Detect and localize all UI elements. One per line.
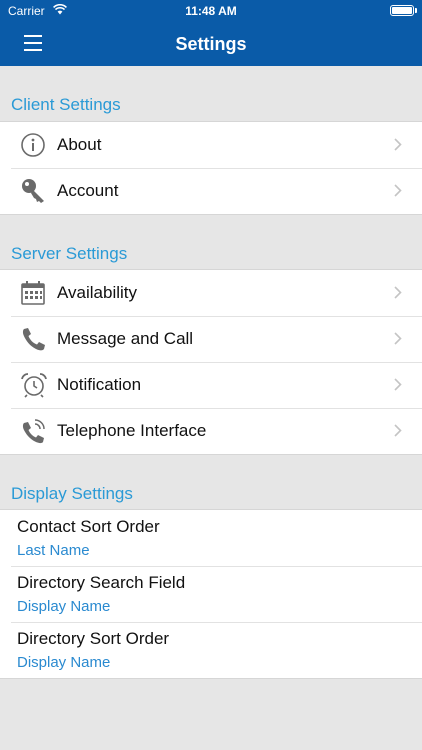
clock: 11:48 AM (185, 4, 237, 18)
key-icon (22, 179, 44, 203)
server-settings-header: Server Settings (11, 244, 128, 263)
client-settings-header: Client Settings (11, 95, 121, 114)
contact-sort-order-value: Last Name (17, 542, 90, 559)
account-row[interactable]: Account (0, 168, 422, 214)
notification-row[interactable]: Notification (0, 362, 422, 408)
account-label: Account (57, 181, 119, 200)
directory-sort-order-row[interactable]: Directory Sort Order Display Name (0, 622, 422, 678)
directory-search-field-label: Directory Search Field (17, 573, 186, 592)
display-settings-header: Display Settings (11, 484, 133, 503)
info-icon (21, 133, 45, 157)
notification-label: Notification (57, 375, 142, 394)
navigation-bar: Settings (0, 22, 422, 66)
contact-sort-order-row[interactable]: Contact Sort Order Last Name (0, 510, 422, 566)
phone-icon (22, 328, 45, 351)
about-label: About (57, 135, 102, 154)
page-title: Settings (175, 34, 247, 54)
status-bar: Carrier 11:48 AM (0, 0, 422, 22)
chevron-right-icon (394, 184, 402, 197)
phone-ringing-icon (22, 419, 45, 444)
chevron-right-icon (394, 138, 402, 151)
telephone-interface-row[interactable]: Telephone Interface (0, 408, 422, 454)
directory-sort-order-value: Display Name (17, 654, 111, 671)
availability-row[interactable]: Availability (0, 270, 422, 316)
contact-sort-order-label: Contact Sort Order (17, 517, 160, 536)
display-settings-group: Contact Sort Order Last Name Directory S… (0, 509, 422, 679)
telephone-interface-label: Telephone Interface (57, 421, 207, 440)
directory-sort-order-label: Directory Sort Order (17, 629, 170, 648)
availability-label: Availability (57, 283, 138, 302)
calendar-icon (21, 281, 45, 305)
message-and-call-row[interactable]: Message and Call (0, 316, 422, 362)
server-settings-group: Availability Message and Call Notificati… (0, 269, 422, 455)
chevron-right-icon (394, 286, 402, 299)
chevron-right-icon (394, 332, 402, 345)
directory-search-field-row[interactable]: Directory Search Field Display Name (0, 566, 422, 622)
client-settings-group: About Account (0, 121, 422, 215)
alarm-clock-icon (21, 373, 47, 398)
chevron-right-icon (394, 378, 402, 391)
about-row[interactable]: About (0, 122, 422, 168)
battery-tip (415, 8, 417, 13)
directory-search-field-value: Display Name (17, 598, 111, 615)
battery-icon (390, 5, 414, 16)
chevron-right-icon (394, 424, 402, 437)
message-and-call-label: Message and Call (57, 329, 194, 348)
